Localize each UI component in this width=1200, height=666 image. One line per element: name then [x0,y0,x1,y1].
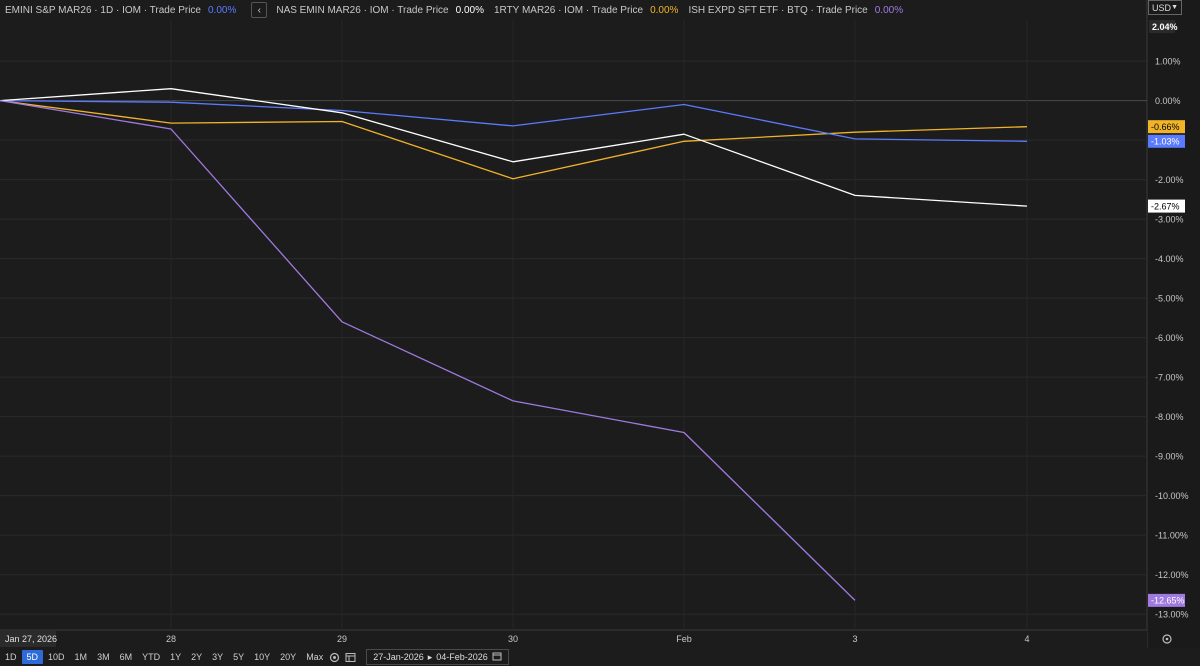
x-tick-label: 29 [337,634,347,644]
range-button-max[interactable]: Max [301,650,328,664]
range-button-1m[interactable]: 1M [70,650,93,664]
last-value-label: -1.03% [1151,137,1180,147]
y-tick-label: -10.00% [1155,491,1189,501]
x-tick-label: Feb [676,634,692,644]
chevron-left-icon[interactable]: ‹ [251,2,268,18]
plot-area [0,20,1147,630]
calendar-icon [492,651,502,663]
range-button-1d[interactable]: 1D [0,650,22,664]
date-from: 27-Jan-2026 [373,652,424,662]
range-button-1y[interactable]: 1Y [165,650,186,664]
legend-item-nas-emin[interactable]: NAS EMIN MAR26 · IOM · Trade Price 0.00% [271,5,489,16]
y-tick-label: 0.00% [1155,96,1181,106]
y-tick-label: -5.00% [1155,294,1184,304]
chevron-down-icon: ▼ [1171,4,1178,11]
currency-label: USD [1152,2,1172,13]
legend-value-emini-sp: 0.00% [207,4,237,16]
legend-value-nas-emin: 0.00% [455,4,484,16]
y-tick-label: -7.00% [1155,373,1184,383]
last-value-label: -0.66% [1151,122,1180,132]
range-button-20y[interactable]: 20Y [275,650,301,664]
y-tick-label: -3.00% [1155,215,1184,225]
range-button-3m[interactable]: 3M [92,650,115,664]
y-tick-label: -13.00% [1155,610,1189,620]
legend-value-ish-expd: 0.00% [874,4,904,16]
range-button-2y[interactable]: 2Y [186,650,207,664]
last-value-label: -12.65% [1151,596,1185,606]
legend-item-emini-sp[interactable]: EMINI S&P MAR26 · 1D · IOM · Trade Price… [0,5,241,16]
range-button-5d[interactable]: 5D [21,650,44,664]
x-tick-label: 30 [508,634,518,644]
table-view-icon[interactable] [344,651,356,663]
y-tick-label: -12.00% [1155,570,1189,580]
currency-selector[interactable]: USD ▼ [1148,0,1182,15]
y-tick-label: -4.00% [1155,254,1184,264]
range-button-10y[interactable]: 10Y [249,650,275,664]
range-button-3y[interactable]: 3Y [207,650,228,664]
date-to: 04-Feb-2026 [436,652,488,662]
legend-item-ish-expd[interactable]: ISH EXPD SFT ETF · BTQ · Trade Price 0.0… [683,5,908,16]
last-value-label: -2.67% [1151,201,1180,211]
date-range-picker[interactable]: 27-Jan-2026 ▸ 04-Feb-2026 [366,649,509,665]
top-value-label: 2.04% [1152,22,1178,32]
date-separator: ▸ [427,651,433,662]
x-tick-label: 4 [1024,634,1029,644]
y-tick-label: -8.00% [1155,412,1184,422]
range-buttons: 1D 5D 10D 1M 3M 6M YTD 1Y 2Y 3Y 5Y 10Y 20Y Max [0,650,328,664]
y-tick-label: -2.00% [1155,175,1184,185]
range-button-ytd[interactable]: YTD [137,650,165,664]
legend-label-nas-emin: NAS EMIN MAR26 · IOM · Trade Price [276,4,449,16]
legend: EMINI S&P MAR26 · 1D · IOM · Trade Price… [0,0,908,20]
target-icon-dot [1165,637,1169,641]
legend-item-1rty[interactable]: 1RTY MAR26 · IOM · Trade Price 0.00% [489,5,683,16]
y-tick-label: -6.00% [1155,333,1184,343]
range-button-5y[interactable]: 5Y [228,650,249,664]
legend-label-emini-sp: EMINI S&P MAR26 · 1D · IOM · Trade Price [5,4,201,16]
x-tick-label: 3 [852,634,857,644]
x-tick-label: 28 [166,634,176,644]
settings-icon[interactable] [328,651,340,663]
legend-value-1rty: 0.00% [650,4,679,16]
y-tick-label: -9.00% [1155,452,1184,462]
range-button-10d[interactable]: 10D [43,650,70,664]
range-button-6m[interactable]: 6M [115,650,138,664]
bottom-toolbar: 1D 5D 10D 1M 3M 6M YTD 1Y 2Y 3Y 5Y 10Y 20Y Max 27-Jan… [0,648,1200,666]
chart: 1.00%0.00%-1.00%-2.00%-3.00%-4.00%-5.00%… [0,0,1200,648]
y-tick-label: -11.00% [1155,531,1188,541]
legend-label-1rty: 1RTY MAR26 · IOM · Trade Price [493,4,644,16]
x-tick-label: Jan 27, 2026 [5,634,57,644]
legend-label-ish-expd: ISH EXPD SFT ETF · BTQ · Trade Price [688,4,868,16]
y-tick-label: 1.00% [1155,57,1181,67]
